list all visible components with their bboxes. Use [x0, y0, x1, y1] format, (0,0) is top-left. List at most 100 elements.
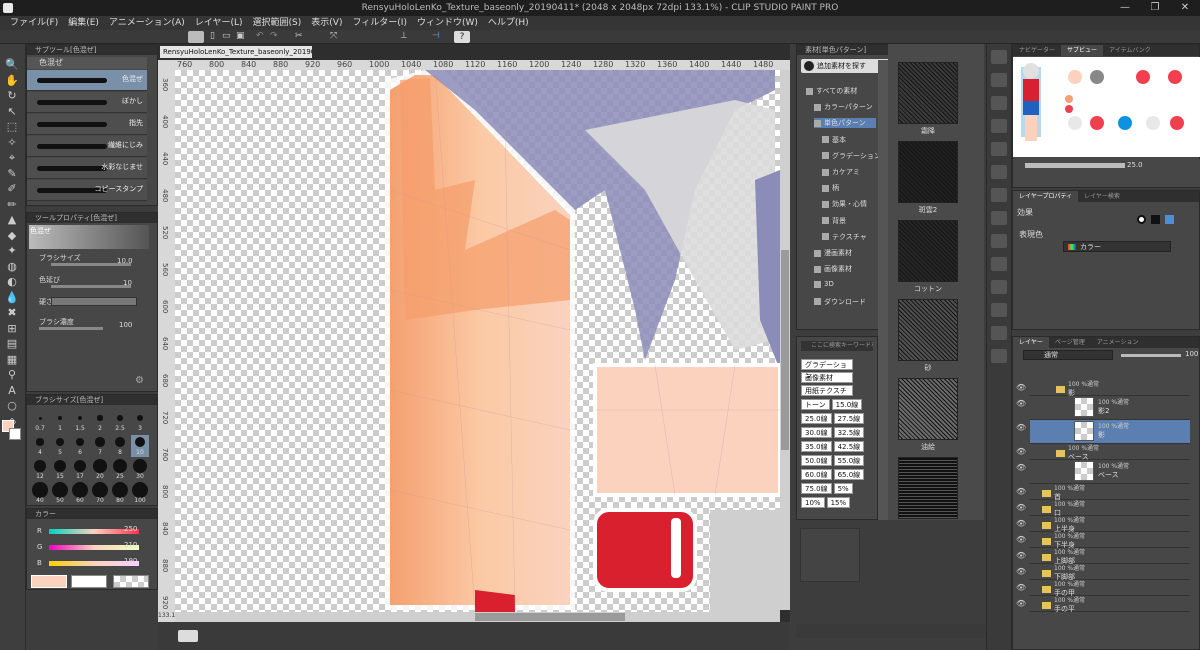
- r-value[interactable]: 250: [124, 525, 137, 533]
- menu-item-5[interactable]: 表示(V): [311, 18, 342, 28]
- brush-size-cell[interactable]: 7: [91, 435, 109, 457]
- material-tree-item[interactable]: ダウンロード: [814, 297, 866, 307]
- material-tree-item[interactable]: カラーパターン: [814, 102, 873, 112]
- dock-icon-9[interactable]: [991, 257, 1007, 271]
- undo-icon[interactable]: ↶: [256, 31, 264, 41]
- effect-color-icon[interactable]: [1165, 215, 1174, 224]
- tool-icon-11[interactable]: ◆: [5, 229, 19, 243]
- help-icon[interactable]: ?: [454, 31, 470, 43]
- material-tree-item[interactable]: テクスチャ: [822, 232, 867, 242]
- menu-item-4[interactable]: 選択範囲(S): [253, 18, 302, 28]
- tool-icon-17[interactable]: ⊞: [5, 322, 19, 336]
- brush-size-value[interactable]: 10.0: [117, 257, 133, 265]
- sub-color-indicator[interactable]: [9, 428, 21, 440]
- visibility-eye-icon[interactable]: 👁: [1016, 447, 1026, 456]
- brush-size-cell[interactable]: 70: [91, 482, 109, 505]
- tool-icon-2[interactable]: ↻: [5, 89, 19, 103]
- layer-row[interactable]: 👁 100 %通常影: [1016, 380, 1190, 397]
- material-tag[interactable]: 50.0線: [801, 455, 832, 466]
- navigator-toggle-icon[interactable]: [178, 630, 198, 642]
- material-scrollbar[interactable]: [878, 60, 888, 520]
- subview-zoom-value[interactable]: 25.0: [1127, 161, 1143, 169]
- visibility-eye-icon[interactable]: 👁: [1016, 519, 1026, 528]
- texture-thumbnail[interactable]: [898, 220, 958, 282]
- material-search-input[interactable]: ここに検索キーワードを入力: [801, 341, 873, 351]
- brush-size-cell[interactable]: 50: [51, 482, 69, 505]
- brush-size-cell[interactable]: 80: [111, 482, 129, 505]
- dock-icon-11[interactable]: [991, 303, 1007, 317]
- layer-row[interactable]: 👁 100 %通常 ベース: [1016, 460, 1190, 484]
- brush-size-cell[interactable]: 1.5: [71, 411, 89, 433]
- subview-zoom-slider[interactable]: [1025, 163, 1125, 168]
- visibility-eye-icon[interactable]: 👁: [1016, 383, 1026, 392]
- visibility-eye-icon[interactable]: 👁: [1016, 567, 1026, 576]
- tool-icon-4[interactable]: ⬚: [5, 120, 19, 134]
- dock-icon-8[interactable]: [991, 234, 1007, 248]
- dock-icon-0[interactable]: [991, 50, 1007, 64]
- tool-icon-20[interactable]: ⚲: [5, 368, 19, 382]
- dock-icon-3[interactable]: [991, 119, 1007, 133]
- brush-size-cell[interactable]: 17: [71, 459, 89, 481]
- tool-icon-7[interactable]: ✎: [5, 167, 19, 181]
- panel-tab[interactable]: レイヤー検索: [1078, 191, 1126, 202]
- material-tree-item[interactable]: 漫画素材: [814, 248, 852, 258]
- material-tag[interactable]: 65.0線: [833, 469, 865, 480]
- material-tag[interactable]: グラデーション: [801, 359, 853, 380]
- material-tree-item[interactable]: すべての素材: [806, 86, 857, 96]
- redo-icon[interactable]: ↷: [270, 31, 278, 41]
- material-tag[interactable]: トーン: [801, 399, 830, 410]
- canvas[interactable]: [175, 70, 780, 612]
- color-stretch-slider[interactable]: [51, 285, 131, 288]
- menu-item-3[interactable]: レイヤー(L): [195, 18, 243, 28]
- brush-size-cell[interactable]: 60: [71, 482, 89, 505]
- dock-icon-10[interactable]: [991, 280, 1007, 294]
- material-tree-item[interactable]: 効果・心情: [822, 199, 867, 209]
- tool-icon-12[interactable]: ✦: [5, 244, 19, 258]
- snap-active-icon[interactable]: ⊣: [432, 31, 440, 41]
- material-tree-item[interactable]: カケアミ: [822, 167, 860, 177]
- layer-row[interactable]: 👁 100 %通常 影2: [1016, 396, 1190, 420]
- color-stretch-value[interactable]: 10: [123, 279, 132, 287]
- effect-border-icon[interactable]: [1137, 215, 1146, 224]
- material-tag[interactable]: 32.5線: [833, 427, 865, 438]
- material-tag[interactable]: 35.0線: [801, 441, 832, 452]
- tool-icon-14[interactable]: ◐: [5, 275, 19, 289]
- brush-size-cell[interactable]: 2.5: [111, 411, 129, 433]
- brush-size-cell[interactable]: 8: [111, 435, 129, 457]
- material-tag[interactable]: 75.0線: [801, 483, 832, 494]
- material-tag[interactable]: 55.0線: [833, 455, 865, 466]
- snap-icon[interactable]: ⊥: [400, 31, 408, 41]
- main-color-swatch[interactable]: [31, 575, 67, 588]
- save-icon[interactable]: ▣: [236, 31, 245, 41]
- menu-item-6[interactable]: フィルター(I): [352, 18, 407, 28]
- brush-size-cell[interactable]: 2: [91, 411, 109, 433]
- subtool-item[interactable]: 指先: [27, 114, 147, 135]
- material-tag[interactable]: 15%: [826, 497, 851, 508]
- clip-studio-icon[interactable]: [188, 31, 204, 43]
- layer-row[interactable]: 👁 100 %通常 下脚部: [1016, 564, 1190, 581]
- canvas-tab[interactable]: RensyuHoloLenKo_Texture_baseonly_2019041…: [160, 46, 312, 58]
- layer-row[interactable]: 👁 100 %通常 ベース: [1016, 444, 1190, 461]
- close-icon[interactable]: ✕: [1170, 0, 1200, 16]
- tool-icon-8[interactable]: ✐: [5, 182, 19, 196]
- tool-icon-5[interactable]: ✧: [5, 136, 19, 150]
- material-tag[interactable]: 画像素材: [801, 372, 853, 383]
- subtool-item[interactable]: 水彩なじませ: [27, 158, 147, 179]
- tool-icon-21[interactable]: A: [5, 384, 19, 398]
- menu-item-1[interactable]: 編集(E): [68, 18, 99, 28]
- panel-tab[interactable]: アニメーション: [1091, 337, 1145, 348]
- subtool-tab[interactable]: 色混ぜ: [27, 57, 147, 69]
- subtool-item[interactable]: 繊維にじみ: [27, 136, 147, 157]
- panel-tab[interactable]: ナビゲーター: [1013, 45, 1061, 56]
- material-tree-item[interactable]: 背景: [822, 216, 846, 226]
- brush-size-cell[interactable]: 10: [131, 435, 149, 457]
- material-tag[interactable]: 15.0線: [831, 399, 863, 410]
- brush-size-cell[interactable]: 5: [51, 435, 69, 457]
- hardness-bar[interactable]: [51, 297, 137, 306]
- panel-tab[interactable]: レイヤー: [1013, 337, 1049, 348]
- menu-item-8[interactable]: ヘルプ(H): [488, 18, 529, 28]
- brush-size-cell[interactable]: 100: [131, 482, 149, 505]
- material-tag[interactable]: 30.0線: [801, 427, 832, 438]
- dock-icon-13[interactable]: [991, 349, 1007, 363]
- material-tree-item[interactable]: 3D: [814, 280, 834, 288]
